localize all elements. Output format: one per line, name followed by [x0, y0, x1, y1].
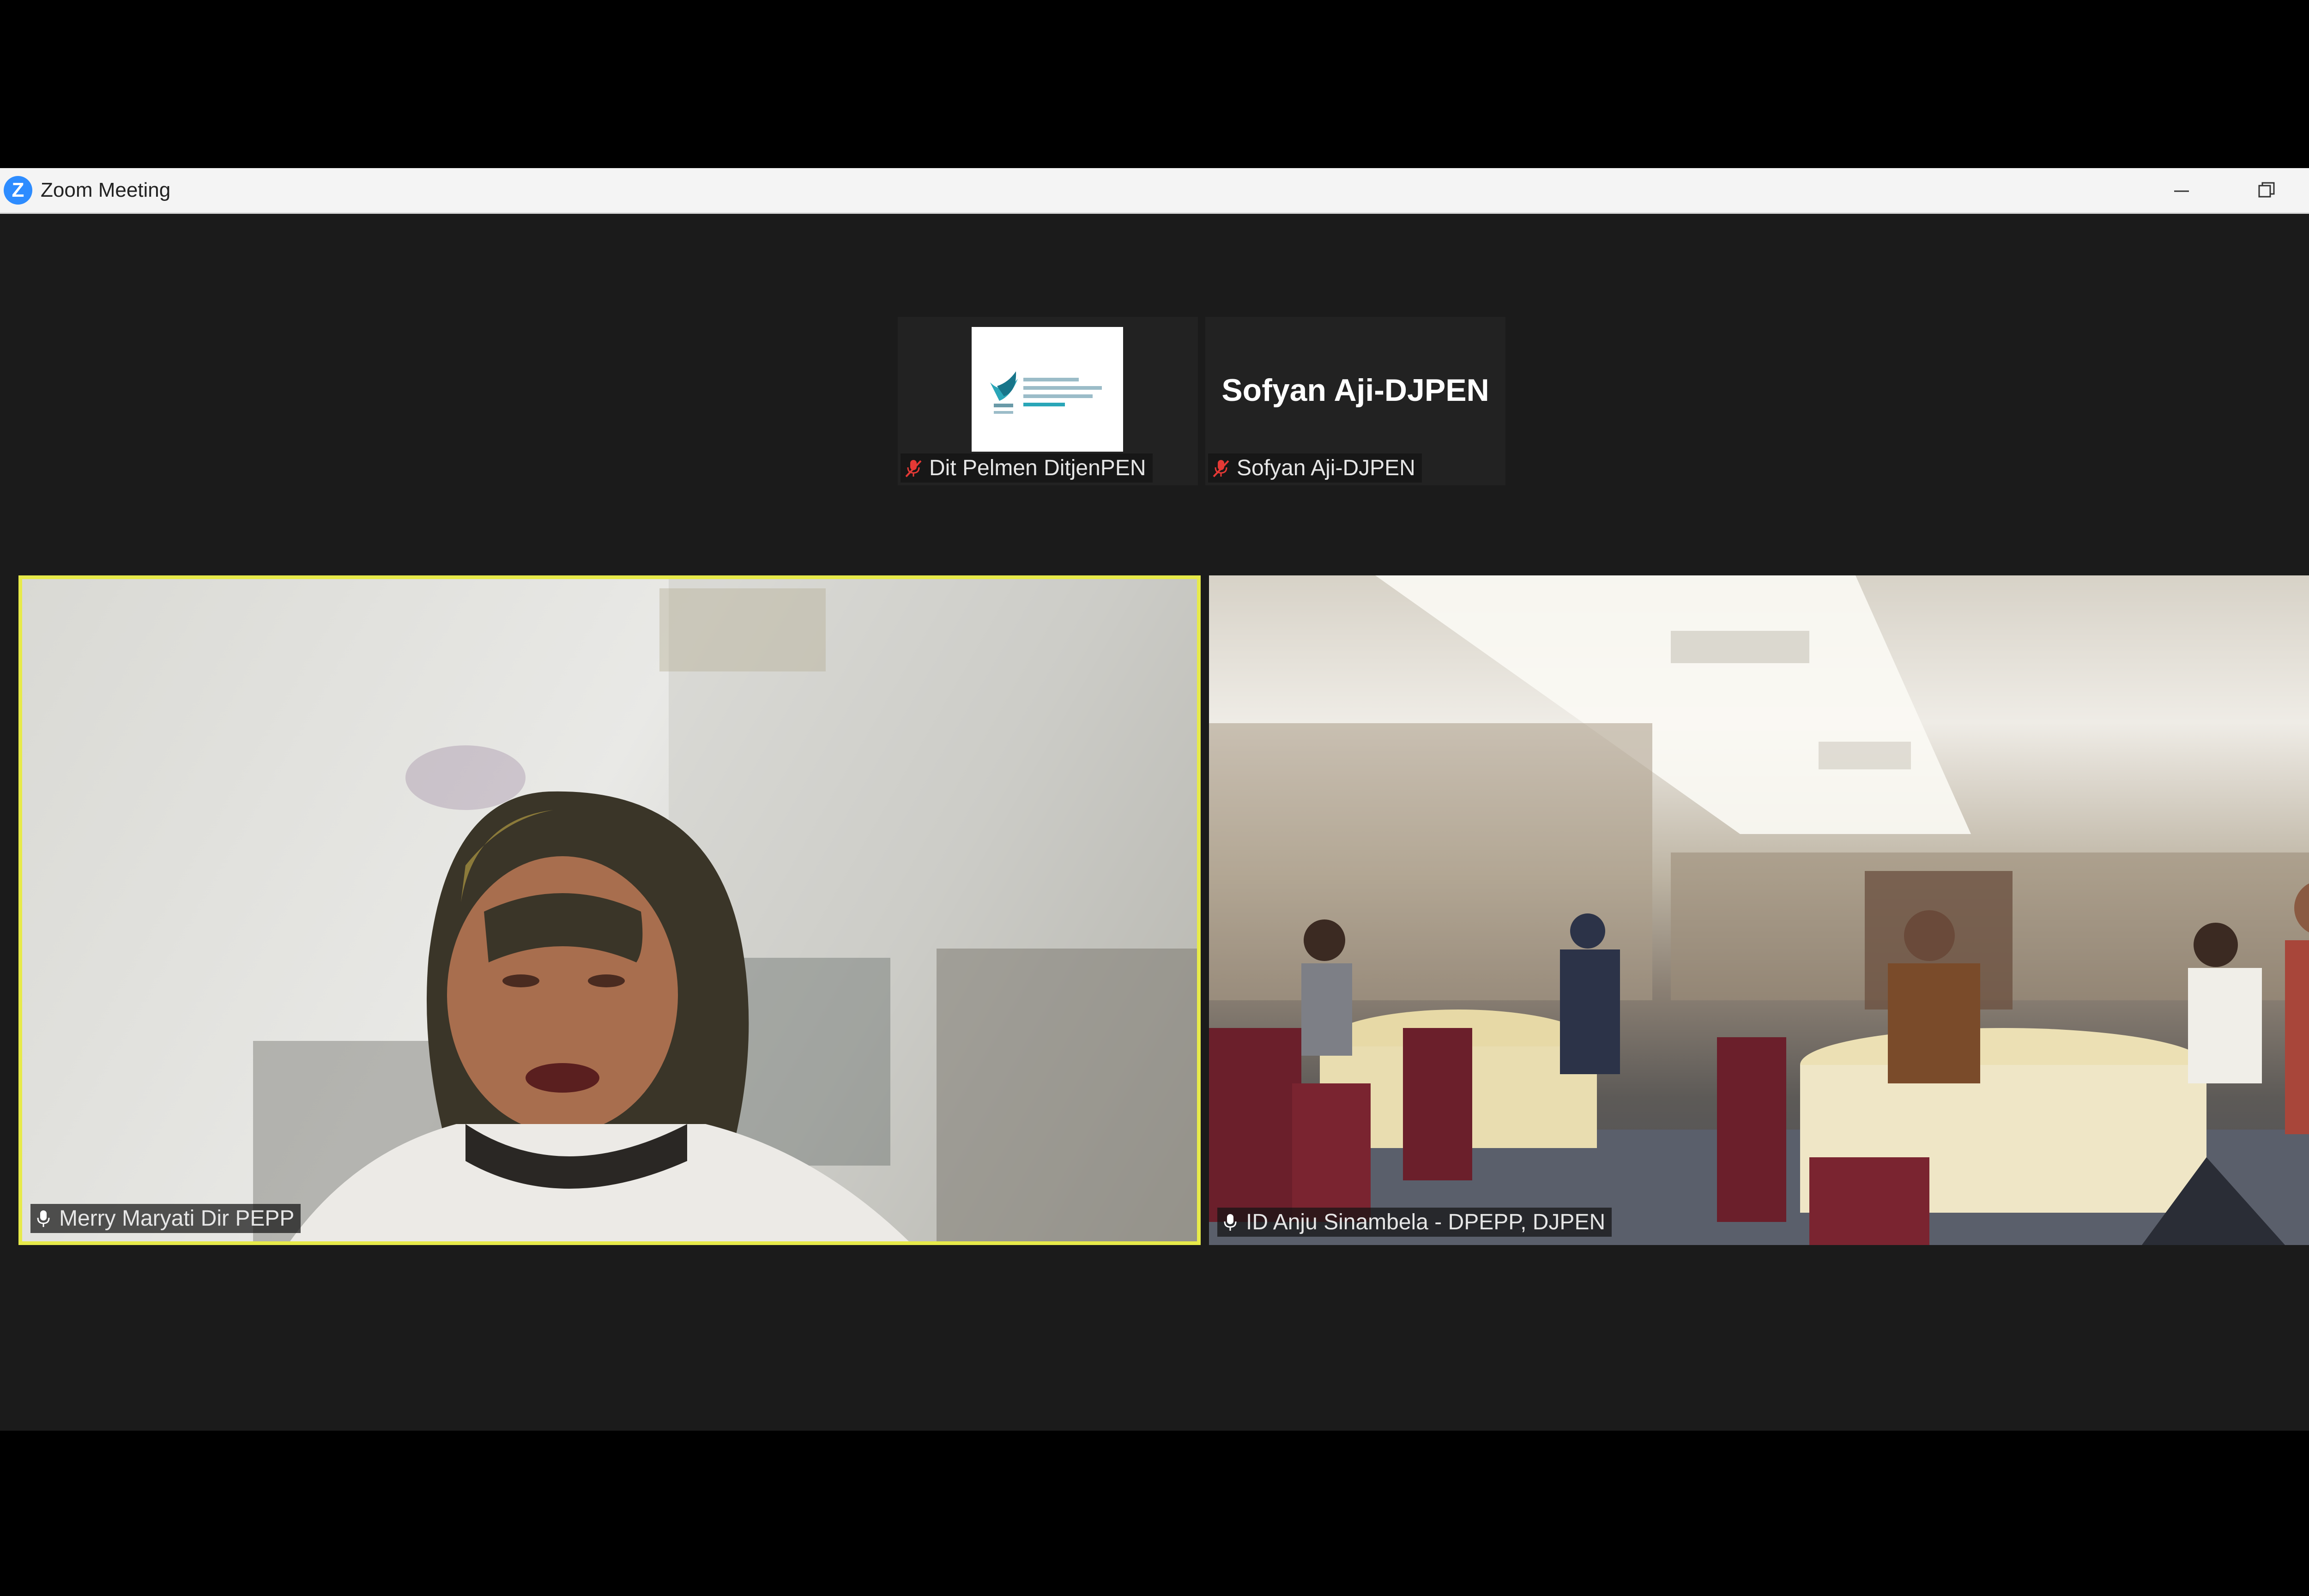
restore-button[interactable]: [2224, 168, 2309, 212]
participant-name: Dit Pelmen DitjenPEN: [929, 456, 1146, 480]
video-tile-active-speaker[interactable]: Merry Maryati Dir PEPP: [18, 575, 1201, 1245]
window-controls: [2139, 168, 2309, 212]
minimize-icon: [2174, 190, 2189, 192]
meeting-room-video-image: [1209, 575, 2309, 1245]
participant-name: Merry Maryati Dir PEPP: [59, 1206, 295, 1231]
muted-mic-icon: [904, 458, 923, 478]
logo-text-lines: [1023, 378, 1106, 411]
participant-name-tag: ID Anju Sinambela - DPEPP, DJPEN: [1217, 1208, 1612, 1237]
participant-thumbnail[interactable]: Sofyan Aji-DJPEN Sofyan Aji-DJPEN: [1205, 317, 1505, 485]
participant-name: Sofyan Aji-DJPEN: [1237, 456, 1415, 480]
participant-name: ID Anju Sinambela - DPEPP, DJPEN: [1246, 1210, 1606, 1234]
muted-mic-icon: [1212, 458, 1230, 478]
video-tile[interactable]: ID Anju Sinambela - DPEPP, DJPEN: [1209, 575, 2309, 1245]
zoom-window: Z Zoom Meeting Dit Pelmen DitjenPEN Sofy…: [0, 168, 2309, 1431]
organization-logo: [972, 327, 1123, 452]
speaker-video-image: [253, 579, 1197, 1241]
minimize-button[interactable]: [2139, 168, 2224, 212]
title-bar[interactable]: Z Zoom Meeting: [0, 168, 2309, 214]
mic-icon: [34, 1209, 53, 1229]
restore-icon: [2258, 182, 2275, 198]
mic-icon: [1221, 1212, 1239, 1233]
participant-thumbnail[interactable]: Dit Pelmen DitjenPEN: [898, 317, 1198, 485]
participant-name-tag: Sofyan Aji-DJPEN: [1208, 453, 1422, 483]
participant-name-tag: Dit Pelmen DitjenPEN: [901, 453, 1153, 483]
participant-name-tag: Merry Maryati Dir PEPP: [30, 1204, 301, 1233]
participant-display-name: Sofyan Aji-DJPEN: [1221, 373, 1489, 408]
window-title: Zoom Meeting: [41, 179, 171, 201]
zoom-logo-icon: Z: [4, 176, 32, 205]
